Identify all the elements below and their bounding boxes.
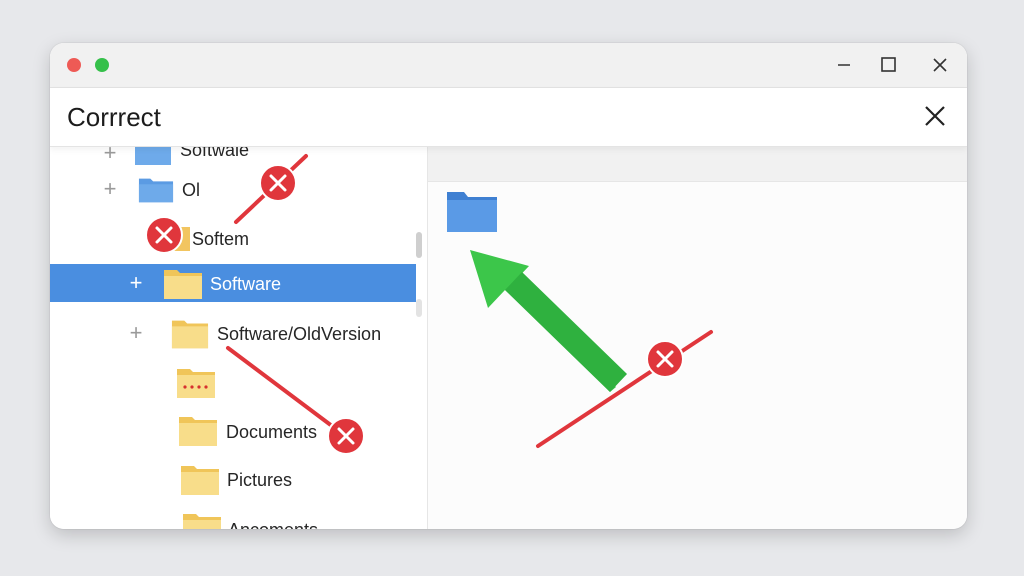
close-icon[interactable]	[921, 102, 949, 130]
minimize-icon[interactable]	[830, 51, 858, 79]
folder-yellow-icon	[179, 417, 217, 446]
x-mark-icon	[646, 340, 684, 378]
expand-icon[interactable]: +	[101, 178, 119, 200]
tree-item[interactable]: + Software/OldVersion	[50, 314, 416, 352]
tree-item[interactable]: + Softwale	[50, 147, 416, 172]
tree-item-label: Software/OldVersion	[217, 324, 382, 344]
window-zoom-dot[interactable]	[95, 58, 109, 72]
dialog-header: Corrrect	[50, 88, 967, 147]
folder-contents-pane	[428, 147, 967, 529]
folder-blue-icon[interactable]	[446, 189, 498, 233]
dialog-title: Corrrect	[67, 102, 161, 132]
folder-yellow-icon	[164, 270, 202, 299]
tree-item-label: Software	[210, 274, 282, 294]
tree-item-label: Ol	[182, 180, 200, 200]
tree-item-label: Softwale	[180, 147, 250, 160]
tree-item-label: Softem	[192, 229, 250, 249]
folder-yellow-icon	[171, 320, 209, 349]
tree-item-label: Pictures	[227, 470, 293, 490]
folder-blue-icon	[138, 178, 174, 203]
expand-icon[interactable]: +	[101, 147, 119, 164]
title-bar	[50, 43, 967, 88]
maximize-icon[interactable]	[874, 51, 902, 79]
tree-item-selected[interactable]: + Software	[50, 264, 416, 302]
x-mark-icon	[259, 164, 297, 202]
folder-yellow-icon	[181, 466, 219, 495]
expand-icon[interactable]: +	[127, 322, 145, 344]
expand-icon[interactable]: +	[127, 272, 145, 294]
folder-tree: + Softwale + Ol Softem + Software + Soft…	[50, 147, 427, 529]
tree-item[interactable]: + Ol	[50, 170, 416, 208]
close-icon[interactable]	[926, 51, 954, 79]
scrollbar-thumb[interactable]	[416, 232, 422, 258]
folder-blue-icon	[135, 147, 171, 165]
tree-item[interactable]: Pictures	[50, 460, 416, 498]
tree-item-label: Documents	[226, 422, 318, 442]
contents-header	[428, 147, 967, 182]
folder-dotted-icon	[177, 369, 215, 398]
window-close-dot[interactable]	[67, 58, 81, 72]
tree-item[interactable]: Softem	[50, 219, 416, 257]
tree-item[interactable]: Ancoments	[50, 508, 416, 529]
scrollbar-track[interactable]	[416, 299, 422, 317]
x-mark-icon	[145, 216, 183, 254]
tree-item[interactable]	[50, 363, 416, 401]
folder-yellow-icon	[183, 514, 221, 529]
file-dialog-window: Corrrect + Softwale + Ol Softem + Softwa…	[50, 43, 967, 529]
tree-item-label: Ancoments	[228, 520, 318, 529]
x-mark-icon	[327, 417, 365, 455]
